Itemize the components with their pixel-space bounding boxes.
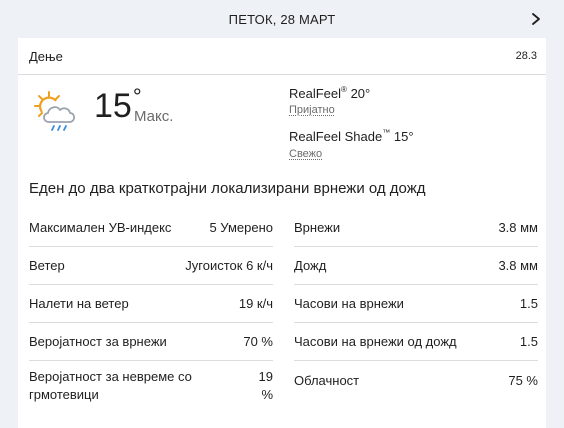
- day-date: 28.3: [515, 50, 537, 62]
- stat-label: Налети на ветер: [29, 296, 129, 311]
- realfeel-label: RealFeel: [289, 86, 342, 101]
- degree-symbol: °: [132, 84, 142, 109]
- trademark-icon: ®: [341, 85, 347, 94]
- realfeel-desc[interactable]: Пријатно: [289, 104, 335, 116]
- stat-label: Врнежи: [294, 220, 341, 235]
- stat-value: 75 %: [508, 372, 538, 388]
- stat-value: Југоисток 6 к/ч: [185, 258, 273, 273]
- trademark-icon: ™: [382, 128, 391, 137]
- realfeel-shade-value: 15°: [393, 129, 414, 144]
- stat-value: 1.5: [519, 334, 538, 349]
- realfeel-shade-label: RealFeel Shade: [289, 129, 383, 144]
- stat-row: Ветер Југоисток 6 к/ч: [29, 247, 273, 285]
- partly-sunny-showers-icon: [34, 91, 76, 131]
- stat-label: Веројатност за врнежи: [29, 334, 167, 349]
- stat-row: Веројатност за врнежи 70 %: [29, 323, 273, 361]
- stat-row: Налети на ветер 19 к/ч: [29, 285, 273, 323]
- realfeel-value: 20°: [350, 86, 371, 101]
- realfeel-shade: RealFeel Shade™ 15°: [289, 128, 414, 144]
- stat-value: 1.5: [519, 296, 538, 311]
- stat-label: Ветер: [29, 258, 65, 273]
- temperature-value: 15: [94, 87, 132, 125]
- stat-label: Облачност: [294, 372, 360, 388]
- stat-label: Веројатност за невреме со грмотевици: [29, 365, 192, 404]
- stat-value: 3.8 мм: [498, 220, 538, 235]
- chevron-right-icon[interactable]: [530, 12, 542, 26]
- stat-row: Максимален УВ-индекс 5 Умерено: [29, 209, 273, 247]
- stat-value-line: %: [261, 387, 273, 402]
- stat-label: Дожд: [294, 258, 327, 273]
- stat-value: 19 к/ч: [238, 296, 273, 311]
- stat-value: 3.8 мм: [498, 258, 538, 273]
- stat-label-line: Веројатност за невреме со: [29, 369, 192, 384]
- day-label: Дење: [29, 48, 63, 64]
- date-header: ПЕТОК, 28 МАРТ: [0, 0, 564, 38]
- forecast-card: Дење 28.3 15 ° Макс. RealFeel® 20° Пријат…: [18, 38, 546, 428]
- stat-row: Часови на врнежи 1.5: [294, 285, 538, 323]
- realfeel-shade-desc[interactable]: Свежо: [289, 148, 322, 160]
- temperature-label: Макс.: [134, 108, 174, 125]
- stat-label-line: грмотевици: [29, 387, 99, 402]
- stat-row: Врнежи 3.8 мм: [294, 209, 538, 247]
- day-row: Дење 28.3: [18, 38, 546, 75]
- stat-label: Часови на врнежи: [294, 296, 404, 311]
- stat-row: Веројатност за невреме со грмотевици 19%: [29, 365, 273, 409]
- stat-value: 70 %: [243, 334, 273, 349]
- stat-label: Максимален УВ-индекс: [29, 220, 172, 235]
- stat-row: Дожд 3.8 мм: [294, 247, 538, 285]
- forecast-phrase: Еден до два краткотрајни локализирани вр…: [29, 180, 426, 197]
- header-title: ПЕТОК, 28 МАРТ: [228, 12, 336, 27]
- stat-row: Облачност 75 %: [294, 361, 538, 399]
- stat-row: Часови на врнежи од дожд 1.5: [294, 323, 538, 361]
- realfeel: RealFeel® 20°: [289, 85, 371, 101]
- stat-value-line: 19: [258, 369, 273, 384]
- stat-value: 19%: [253, 365, 273, 404]
- stat-value: 5 Умерено: [209, 220, 273, 235]
- stat-label: Часови на врнежи од дожд: [294, 334, 457, 349]
